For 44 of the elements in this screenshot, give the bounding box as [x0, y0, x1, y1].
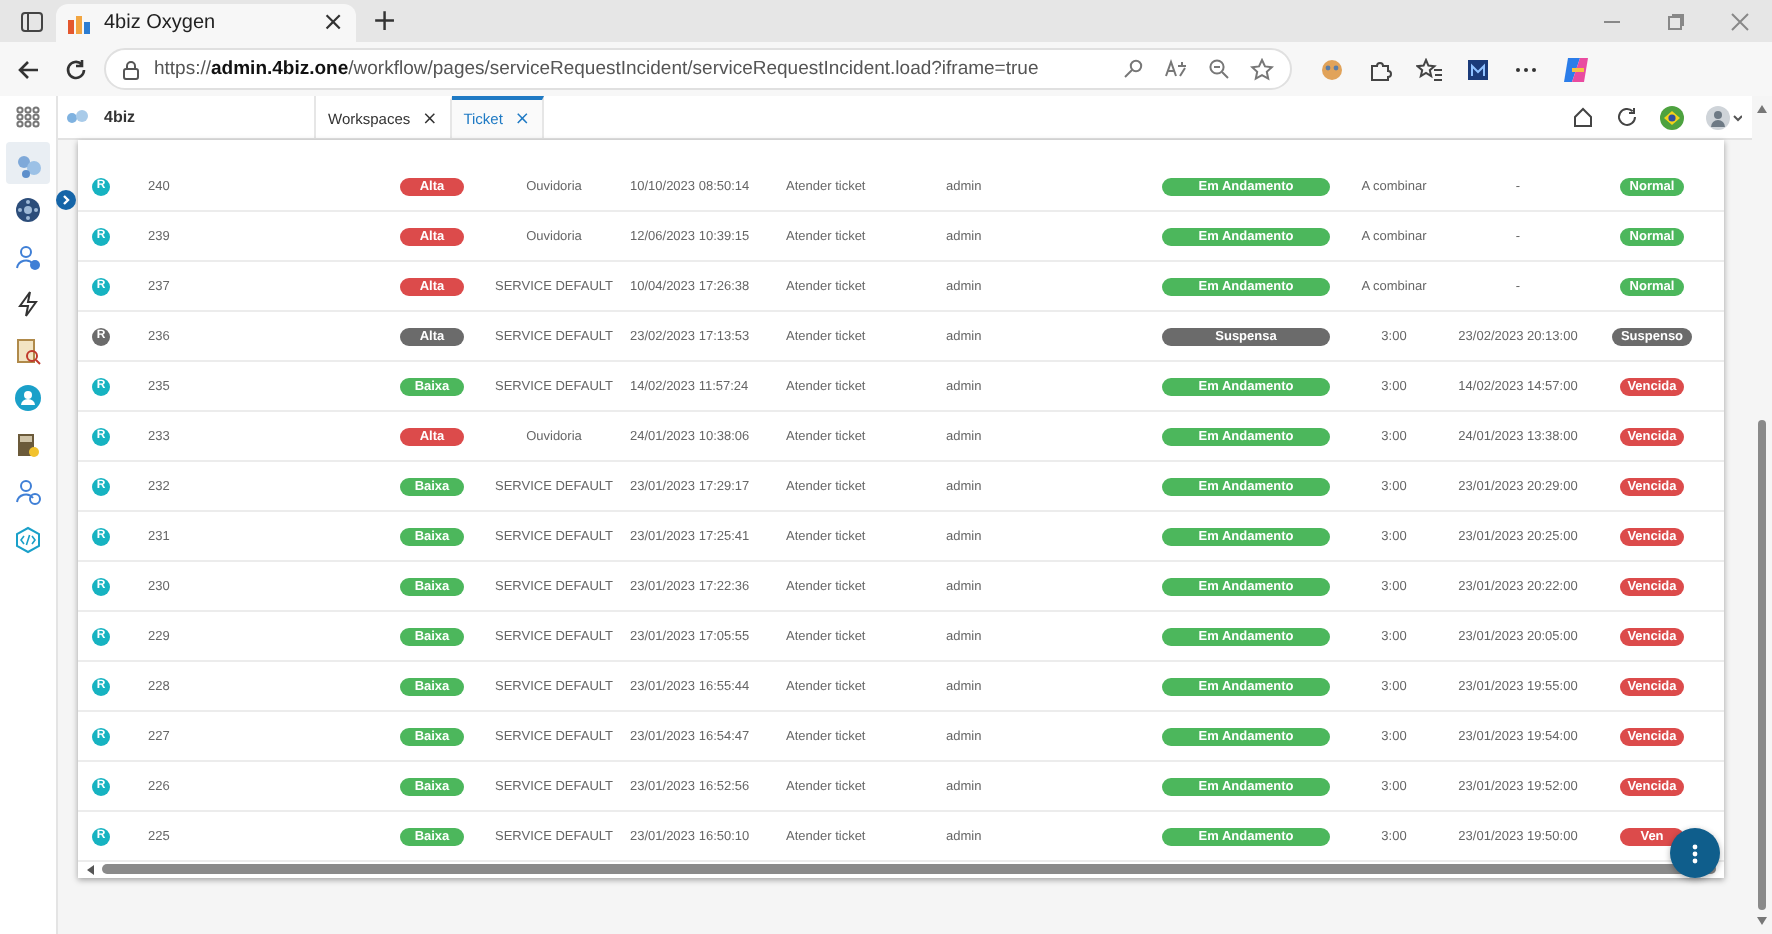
apps-grid-icon[interactable]: [16, 106, 40, 128]
copilot-icon[interactable]: [1562, 55, 1590, 83]
browser-tab[interactable]: 4biz Oxygen ×: [56, 4, 356, 42]
certificate-icon: [14, 431, 42, 459]
users-icon: [14, 478, 42, 506]
users-icon: [14, 243, 42, 271]
puzzle-icon[interactable]: [1368, 57, 1392, 81]
new-tab-button[interactable]: +: [372, 6, 398, 36]
user-icon: [14, 384, 42, 412]
reload-icon[interactable]: [64, 57, 88, 81]
lock-icon: [122, 59, 140, 79]
avatar-icon[interactable]: [1706, 105, 1742, 129]
scroll-left-icon[interactable]: [86, 863, 96, 875]
scroll-down-icon[interactable]: [1756, 916, 1768, 926]
back-icon[interactable]: [16, 57, 40, 81]
url-text: https://admin.4biz.one/workflow/pages/serviceRequestIncident/serviceRequestIncident.load?iframe=true: [154, 58, 1039, 80]
star-icon[interactable]: [1250, 57, 1274, 81]
globe-icon: [14, 196, 42, 224]
chevron-right-icon: [60, 194, 72, 206]
close-tab-button[interactable]: ×: [322, 10, 344, 36]
restore-icon[interactable]: [1666, 11, 1686, 31]
code-icon: [14, 525, 42, 553]
brand-logo-icon: [66, 107, 90, 127]
document-search-icon: [14, 337, 42, 365]
flag-icon[interactable]: [1660, 105, 1684, 129]
translate-icon[interactable]: [1164, 58, 1188, 80]
favorites-icon[interactable]: [1416, 57, 1442, 81]
close-icon[interactable]: [1730, 11, 1750, 31]
tab-actions-icon[interactable]: [20, 9, 44, 33]
tab-title: 4biz Oxygen: [104, 12, 218, 34]
kebab-menu-icon: [1692, 843, 1698, 863]
lightning-icon: [14, 290, 42, 318]
zoom-out-icon[interactable]: [1208, 58, 1230, 80]
close-tab-icon[interactable]: ×: [514, 109, 530, 129]
home-icon[interactable]: [1572, 106, 1594, 128]
scroll-up-icon[interactable]: [1756, 104, 1768, 114]
brand-name: 4biz: [104, 108, 138, 126]
expand-sidebar-button[interactable]: [56, 190, 76, 210]
address-field[interactable]: https://admin.4biz.one/workflow/pages/serviceRequestIncident/serviceRequestIncident.load?iframe=true: [104, 48, 1292, 90]
refresh-icon[interactable]: [1616, 106, 1638, 128]
key-icon[interactable]: [1122, 58, 1144, 80]
site-logo-icon: [68, 13, 92, 33]
extension-icon[interactable]: [1466, 57, 1490, 81]
close-tab-icon[interactable]: ×: [422, 109, 438, 129]
